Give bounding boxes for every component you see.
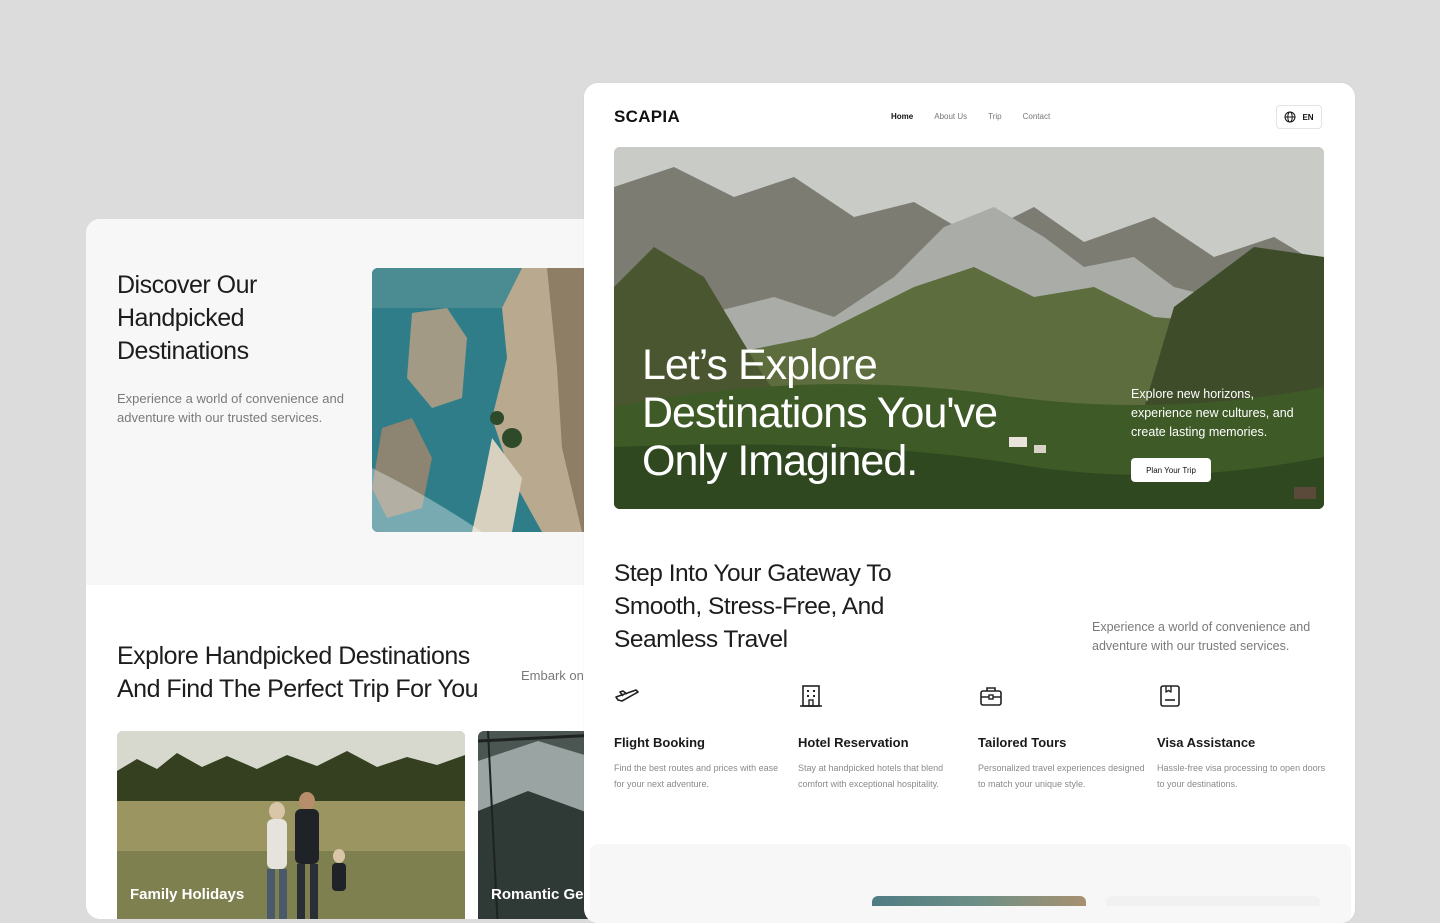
brand-logo[interactable]: SCAPIA xyxy=(614,107,680,127)
destinations-title: Discover Our Handpicked Destinations xyxy=(117,271,257,365)
preview-image xyxy=(872,896,1086,906)
nav-home[interactable]: Home xyxy=(891,112,913,121)
service-title: Visa Assistance xyxy=(1157,735,1256,750)
plan-your-trip-button[interactable]: Plan Your Trip xyxy=(1131,458,1211,482)
service-title: Flight Booking xyxy=(614,735,705,750)
nav-about-us[interactable]: About Us xyxy=(934,112,967,121)
service-title: Tailored Tours xyxy=(978,735,1067,750)
service-description: Find the best routes and prices with eas… xyxy=(614,763,779,789)
destinations-card: Discover Our Handpicked Destinations Exp… xyxy=(86,219,646,919)
hero-title: Let’s Explore Destinations You've Only I… xyxy=(642,341,998,485)
preview-image xyxy=(1106,896,1320,906)
section-title: Step Into Your Gateway To Smooth, Stress… xyxy=(614,560,892,653)
destination-card-family[interactable]: Family Holidays xyxy=(117,731,465,919)
next-section-preview xyxy=(590,844,1351,923)
passport-icon xyxy=(1160,685,1180,707)
language-selector[interactable]: EN xyxy=(1276,105,1322,129)
section-subtitle: Experience a world of convenience and ad… xyxy=(1092,620,1311,653)
destinations-subtitle: Experience a world of convenience and ad… xyxy=(117,391,344,425)
service-title: Hotel Reservation xyxy=(798,735,909,750)
nav-contact[interactable]: Contact xyxy=(1023,112,1051,121)
globe-icon xyxy=(1284,111,1296,123)
hero-side-text: Explore new horizons, experience new cul… xyxy=(1131,387,1294,439)
card-label-family: Family Holidays xyxy=(130,886,245,903)
hero-banner: Let’s Explore Destinations You've Only I… xyxy=(614,147,1324,509)
service-description: Personalized travel experiences designed… xyxy=(978,763,1145,789)
card-label-romantic: Romantic Ge xyxy=(491,886,584,903)
service-description: Stay at handpicked hotels that blend com… xyxy=(798,763,944,789)
language-label: EN xyxy=(1302,112,1314,122)
main-nav: Home About Us Trip Contact xyxy=(891,112,1050,121)
landing-page-card: SCAPIA Home About Us Trip Contact EN Let xyxy=(584,83,1355,923)
explore-destinations-title: Explore Handpicked Destinations And Find… xyxy=(117,642,479,703)
building-icon xyxy=(800,685,822,707)
briefcase-icon xyxy=(980,687,1002,706)
plane-icon xyxy=(615,689,639,702)
service-description: Hassle-free visa processing to open door… xyxy=(1157,763,1326,789)
nav-trip[interactable]: Trip xyxy=(988,112,1001,121)
